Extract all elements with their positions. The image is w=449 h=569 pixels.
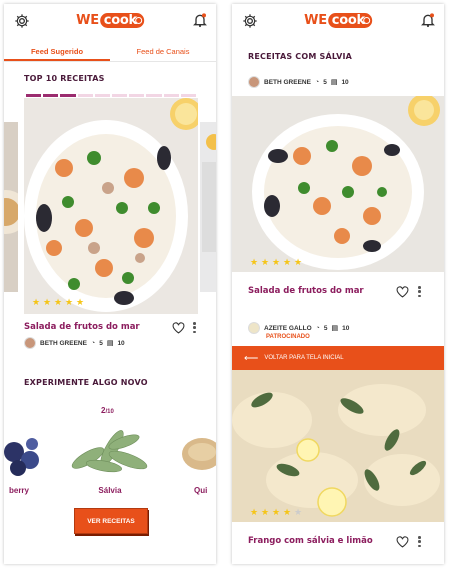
recipe-image-chicken[interactable]	[232, 370, 444, 522]
top-bar: WE cook	[4, 4, 216, 40]
favorite-heart-icon[interactable]	[396, 536, 409, 548]
star-icon: ★	[272, 507, 281, 517]
star-icon: ★	[250, 257, 259, 267]
progress-segment	[77, 94, 93, 97]
carousel-counter: 2/10	[101, 406, 114, 415]
stat-a-value: 5	[323, 324, 328, 332]
top10-title: TOP 10 RECEITAS	[24, 74, 105, 83]
blueberry-image[interactable]	[4, 422, 44, 478]
sponsor-row: AZEITE GALLO ◔ 5 ▤ 10	[248, 322, 349, 334]
star-icon: ★	[65, 297, 74, 307]
back-to-home-banner[interactable]: ⟵ VOLTAR PARA TELA INICIAL	[232, 346, 444, 370]
herb-label-quinoa: Qui	[194, 486, 208, 495]
star-icon: ★	[283, 257, 292, 267]
featured-recipe-title[interactable]: Salada de frutos do mar	[24, 322, 140, 332]
star-icon: ★	[76, 297, 85, 307]
notification-bell-icon[interactable]	[192, 12, 208, 28]
arrow-left-icon: ⟵	[244, 352, 259, 364]
settings-gear-icon[interactable]	[14, 13, 30, 29]
top-bar: WE cook	[232, 4, 444, 40]
wecook-logo[interactable]: WE cook	[304, 13, 372, 28]
favorite-heart-icon[interactable]	[396, 286, 409, 298]
top10-progress	[26, 94, 197, 97]
timer-icon: ◔	[314, 78, 320, 86]
servings-icon: ▤	[106, 340, 114, 347]
servings-icon: ▤	[330, 79, 338, 86]
timer-icon: ◔	[315, 324, 320, 332]
star-empty-icon: ★	[294, 507, 303, 517]
more-options-icon[interactable]	[418, 536, 421, 547]
star-icon: ★	[32, 297, 41, 307]
star-icon: ★	[294, 257, 303, 267]
try-something-new-title: EXPERIMENTE ALGO NOVO	[24, 378, 148, 387]
settings-gear-icon[interactable]	[242, 13, 258, 29]
quinoa-image[interactable]	[178, 430, 216, 474]
stat-b-value: 10	[342, 324, 350, 332]
star-icon: ★	[43, 297, 52, 307]
tab-feed-sugerido[interactable]: Feed Sugerido	[4, 42, 110, 61]
recipe-rating-stars: ★ ★ ★ ★ ★	[250, 507, 303, 517]
sponsor-logo[interactable]	[248, 322, 260, 334]
notification-bell-icon[interactable]	[420, 12, 436, 28]
more-options-icon[interactable]	[418, 286, 421, 297]
tab-feed-de-canais[interactable]: Feed de Canais	[110, 42, 216, 61]
author-avatar[interactable]	[24, 337, 36, 349]
recipe-title-seafood[interactable]: Salada de frutos do mar	[248, 286, 364, 296]
stat-b-value: 10	[117, 339, 125, 347]
herb-label-salvia: Sálvia	[98, 486, 122, 495]
recipe-title-chicken[interactable]: Frango com sálvia e limão	[248, 536, 373, 546]
section-title: RECEITAS COM SÁLVIA	[248, 52, 353, 61]
wecook-logo[interactable]: WE cook	[76, 13, 144, 28]
sage-image[interactable]	[68, 420, 154, 480]
star-icon: ★	[283, 507, 292, 517]
stat-a-value: 5	[99, 339, 103, 347]
back-to-home-label: VOLTAR PARA TELA INICIAL	[264, 355, 344, 361]
progress-segment	[180, 94, 197, 97]
counter-total: /10	[105, 409, 114, 415]
timer-icon: ◔	[90, 339, 96, 347]
progress-segment	[94, 94, 111, 97]
progress-segment	[112, 94, 128, 97]
logo-we-text: WE	[76, 13, 99, 28]
feed-tabs: Feed Sugerido Feed de Canais	[4, 42, 216, 62]
progress-segment	[43, 94, 59, 97]
sage-recipes-screen: WE cook RECEITAS COM SÁLVIA BETH GREENE ◔…	[232, 4, 444, 564]
next-recipe-image[interactable]	[200, 122, 216, 292]
logo-we-text: WE	[304, 13, 327, 28]
star-icon: ★	[261, 507, 270, 517]
author-name[interactable]: BETH GREENE	[264, 79, 311, 86]
star-icon: ★	[250, 507, 259, 517]
more-options-icon[interactable]	[193, 322, 196, 333]
progress-segment	[26, 94, 42, 97]
sponsor-name[interactable]: AZEITE GALLO	[264, 325, 312, 332]
logo-cook-text: cook	[99, 13, 144, 28]
star-icon: ★	[54, 297, 63, 307]
progress-segment	[60, 94, 76, 97]
favorite-heart-icon[interactable]	[172, 322, 185, 334]
stat-b-value: 10	[341, 78, 349, 86]
featured-rating-stars: ★ ★ ★ ★ ★	[32, 297, 85, 307]
herb-label-berry: berry	[8, 486, 29, 495]
featured-recipe-image[interactable]	[24, 98, 198, 314]
ver-receitas-button[interactable]: VER RECEITAS	[74, 508, 148, 534]
progress-segment	[163, 94, 179, 97]
star-icon: ★	[272, 257, 281, 267]
prev-recipe-image[interactable]	[4, 122, 18, 292]
stat-a-value: 5	[323, 78, 327, 86]
progress-segment	[146, 94, 162, 97]
author-row: BETH GREENE ◔ 5 ▤ 10	[248, 76, 349, 88]
author-avatar[interactable]	[248, 76, 260, 88]
recipe-image-seafood[interactable]	[232, 96, 444, 272]
sponsored-label: PATROCINADO	[266, 334, 310, 340]
star-icon: ★	[261, 257, 270, 267]
featured-author-row: BETH GREENE ◔ 5 ▤ 10	[24, 337, 125, 349]
logo-cook-text: cook	[327, 13, 372, 28]
progress-segment	[129, 94, 145, 97]
servings-icon: ▤	[331, 325, 339, 332]
recipe-rating-stars: ★ ★ ★ ★ ★	[250, 257, 303, 267]
home-screen: WE cook Feed Sugerido Feed de Canais TOP …	[4, 4, 216, 564]
author-name[interactable]: BETH GREENE	[40, 340, 87, 347]
